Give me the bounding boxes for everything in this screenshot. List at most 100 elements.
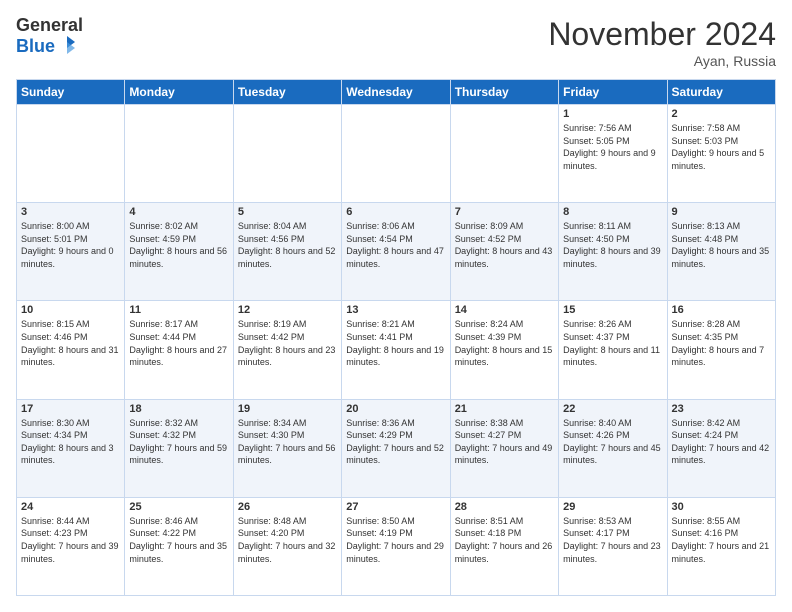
calendar-cell (342, 105, 450, 203)
calendar-cell: 28 Sunrise: 8:51 AM Sunset: 4:18 PM Dayli… (450, 497, 558, 595)
header: General Blue November 2024 Ayan, Russia (16, 16, 776, 69)
col-wednesday: Wednesday (342, 80, 450, 105)
calendar-week-row: 1 Sunrise: 7:56 AM Sunset: 5:05 PM Daylig… (17, 105, 776, 203)
day-info: Sunrise: 8:46 AM Sunset: 4:22 PM Dayligh… (129, 515, 228, 565)
calendar-week-row: 10Sunrise: 8:15 AM Sunset: 4:46 PM Dayli… (17, 301, 776, 399)
col-thursday: Thursday (450, 80, 558, 105)
day-number: 24 (21, 501, 120, 513)
col-friday: Friday (559, 80, 667, 105)
day-info: Sunrise: 8:17 AM Sunset: 4:44 PM Dayligh… (129, 318, 228, 368)
day-info: Sunrise: 8:28 AM Sunset: 4:35 PM Dayligh… (672, 318, 771, 368)
day-info: Sunrise: 8:51 AM Sunset: 4:18 PM Dayligh… (455, 515, 554, 565)
day-info: Sunrise: 8:42 AM Sunset: 4:24 PM Dayligh… (672, 417, 771, 467)
day-info: Sunrise: 8:15 AM Sunset: 4:46 PM Dayligh… (21, 318, 120, 368)
day-number: 3 (21, 206, 120, 218)
day-number: 9 (672, 206, 771, 218)
day-info: Sunrise: 8:11 AM Sunset: 4:50 PM Dayligh… (563, 220, 662, 270)
day-info: Sunrise: 8:44 AM Sunset: 4:23 PM Dayligh… (21, 515, 120, 565)
day-info: Sunrise: 8:30 AM Sunset: 4:34 PM Dayligh… (21, 417, 120, 467)
day-number: 16 (672, 304, 771, 316)
day-info: Sunrise: 8:32 AM Sunset: 4:32 PM Dayligh… (129, 417, 228, 467)
calendar-header: Sunday Monday Tuesday Wednesday Thursday… (17, 80, 776, 105)
calendar-cell: 27 Sunrise: 8:50 AM Sunset: 4:19 PM Dayli… (342, 497, 450, 595)
calendar-cell: 14 Sunrise: 8:24 AM Sunset: 4:39 PM Dayli… (450, 301, 558, 399)
day-number: 28 (455, 501, 554, 513)
calendar-cell: 20Sunrise: 8:36 AM Sunset: 4:29 PM Dayli… (342, 399, 450, 497)
calendar-cell: 5 Sunrise: 8:04 AM Sunset: 4:56 PM Daylig… (233, 203, 341, 301)
calendar-cell: 3 Sunrise: 8:00 AM Sunset: 5:01 PM Daylig… (17, 203, 125, 301)
day-number: 12 (238, 304, 337, 316)
calendar-cell: 9 Sunrise: 8:13 AM Sunset: 4:48 PM Daylig… (667, 203, 775, 301)
calendar-cell: 11Sunrise: 8:17 AM Sunset: 4:44 PM Dayli… (125, 301, 233, 399)
calendar-week-row: 17 Sunrise: 8:30 AM Sunset: 4:34 PM Dayli… (17, 399, 776, 497)
day-info: Sunrise: 8:19 AM Sunset: 4:42 PM Dayligh… (238, 318, 337, 368)
calendar-cell: 12 Sunrise: 8:19 AM Sunset: 4:42 PM Dayli… (233, 301, 341, 399)
day-info: Sunrise: 8:50 AM Sunset: 4:19 PM Dayligh… (346, 515, 445, 565)
col-saturday: Saturday (667, 80, 775, 105)
day-number: 1 (563, 108, 662, 120)
calendar-cell: 2 Sunrise: 7:58 AM Sunset: 5:03 PM Daylig… (667, 105, 775, 203)
day-info: Sunrise: 8:21 AM Sunset: 4:41 PM Dayligh… (346, 318, 445, 368)
calendar-cell: 4 Sunrise: 8:02 AM Sunset: 4:59 PM Daylig… (125, 203, 233, 301)
calendar-cell: 10Sunrise: 8:15 AM Sunset: 4:46 PM Dayli… (17, 301, 125, 399)
day-info: Sunrise: 8:48 AM Sunset: 4:20 PM Dayligh… (238, 515, 337, 565)
month-title: November 2024 (548, 16, 776, 53)
title-section: November 2024 Ayan, Russia (548, 16, 776, 69)
day-info: Sunrise: 8:24 AM Sunset: 4:39 PM Dayligh… (455, 318, 554, 368)
calendar-cell: 6Sunrise: 8:06 AM Sunset: 4:54 PM Daylig… (342, 203, 450, 301)
day-info: Sunrise: 8:34 AM Sunset: 4:30 PM Dayligh… (238, 417, 337, 467)
page: General Blue November 2024 Ayan, Russia … (0, 0, 792, 612)
calendar-cell: 7Sunrise: 8:09 AM Sunset: 4:52 PM Daylig… (450, 203, 558, 301)
calendar-cell: 24 Sunrise: 8:44 AM Sunset: 4:23 PM Dayli… (17, 497, 125, 595)
calendar-cell: 19Sunrise: 8:34 AM Sunset: 4:30 PM Dayli… (233, 399, 341, 497)
calendar-cell: 8 Sunrise: 8:11 AM Sunset: 4:50 PM Daylig… (559, 203, 667, 301)
day-number: 6 (346, 206, 445, 218)
day-number: 27 (346, 501, 445, 513)
calendar-week-row: 3 Sunrise: 8:00 AM Sunset: 5:01 PM Daylig… (17, 203, 776, 301)
day-info: Sunrise: 7:58 AM Sunset: 5:03 PM Dayligh… (672, 122, 771, 172)
day-number: 29 (563, 501, 662, 513)
day-info: Sunrise: 8:26 AM Sunset: 4:37 PM Dayligh… (563, 318, 662, 368)
day-number: 14 (455, 304, 554, 316)
calendar-cell (17, 105, 125, 203)
day-number: 30 (672, 501, 771, 513)
day-number: 13 (346, 304, 445, 316)
day-number: 17 (21, 403, 120, 415)
calendar-table: Sunday Monday Tuesday Wednesday Thursday… (16, 79, 776, 596)
day-number: 25 (129, 501, 228, 513)
day-info: Sunrise: 8:40 AM Sunset: 4:26 PM Dayligh… (563, 417, 662, 467)
calendar-cell: 16 Sunrise: 8:28 AM Sunset: 4:35 PM Dayli… (667, 301, 775, 399)
calendar-cell (450, 105, 558, 203)
calendar-cell: 17 Sunrise: 8:30 AM Sunset: 4:34 PM Dayli… (17, 399, 125, 497)
day-number: 5 (238, 206, 337, 218)
day-info: Sunrise: 8:02 AM Sunset: 4:59 PM Dayligh… (129, 220, 228, 270)
day-number: 26 (238, 501, 337, 513)
day-number: 20 (346, 403, 445, 415)
logo-flag-icon (57, 34, 77, 58)
calendar-cell: 26 Sunrise: 8:48 AM Sunset: 4:20 PM Dayli… (233, 497, 341, 595)
day-number: 21 (455, 403, 554, 415)
day-number: 8 (563, 206, 662, 218)
col-monday: Monday (125, 80, 233, 105)
calendar-cell: 30Sunrise: 8:55 AM Sunset: 4:16 PM Dayli… (667, 497, 775, 595)
day-info: Sunrise: 7:56 AM Sunset: 5:05 PM Dayligh… (563, 122, 662, 172)
day-info: Sunrise: 8:53 AM Sunset: 4:17 PM Dayligh… (563, 515, 662, 565)
day-number: 2 (672, 108, 771, 120)
day-number: 4 (129, 206, 228, 218)
calendar-cell: 22Sunrise: 8:40 AM Sunset: 4:26 PM Dayli… (559, 399, 667, 497)
logo: General Blue (16, 16, 83, 58)
day-info: Sunrise: 8:00 AM Sunset: 5:01 PM Dayligh… (21, 220, 120, 270)
col-tuesday: Tuesday (233, 80, 341, 105)
calendar-body: 1 Sunrise: 7:56 AM Sunset: 5:05 PM Daylig… (17, 105, 776, 596)
logo-general: General (16, 16, 83, 34)
calendar-cell: 23Sunrise: 8:42 AM Sunset: 4:24 PM Dayli… (667, 399, 775, 497)
day-info: Sunrise: 8:04 AM Sunset: 4:56 PM Dayligh… (238, 220, 337, 270)
day-info: Sunrise: 8:13 AM Sunset: 4:48 PM Dayligh… (672, 220, 771, 270)
days-of-week-row: Sunday Monday Tuesday Wednesday Thursday… (17, 80, 776, 105)
day-number: 18 (129, 403, 228, 415)
calendar-cell: 1 Sunrise: 7:56 AM Sunset: 5:05 PM Daylig… (559, 105, 667, 203)
day-number: 15 (563, 304, 662, 316)
col-sunday: Sunday (17, 80, 125, 105)
calendar-cell: 25 Sunrise: 8:46 AM Sunset: 4:22 PM Dayli… (125, 497, 233, 595)
calendar-cell (233, 105, 341, 203)
